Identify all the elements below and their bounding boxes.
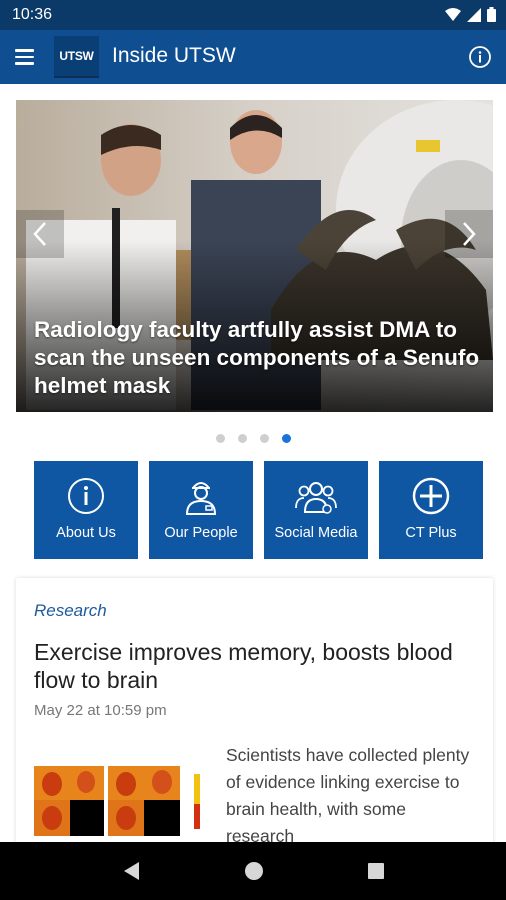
app-title: Inside UTSW <box>112 44 236 67</box>
carousel-dot[interactable] <box>215 434 225 443</box>
chevron-left-icon <box>33 222 46 246</box>
tile-label: Social Media <box>274 525 358 541</box>
back-icon[interactable] <box>121 860 141 882</box>
home-icon[interactable] <box>244 861 264 881</box>
status-icons <box>445 7 496 22</box>
recents-icon[interactable] <box>367 862 385 880</box>
social-media-tile[interactable]: Social Media <box>264 461 368 559</box>
previous-slide-button[interactable] <box>16 210 64 258</box>
utsw-logo: UTSW <box>54 36 99 78</box>
quick-links: About Us Our People Social Media CT Plus <box>34 461 483 559</box>
carousel-indicator <box>0 434 506 443</box>
status-time: 10:36 <box>12 6 53 23</box>
article-thumbnail <box>34 744 204 844</box>
hero-carousel[interactable]: Radiology faculty artfully assist DMA to… <box>16 100 493 412</box>
wifi-icon <box>445 7 461 21</box>
tile-label: About Us <box>56 525 116 541</box>
article-date: May 22 at 10:59 pm <box>34 702 167 719</box>
about-us-tile[interactable]: About Us <box>34 461 138 559</box>
article-snippet: Scientists have collected plenty of evid… <box>226 745 470 846</box>
battery-icon <box>487 7 496 22</box>
tile-label: CT Plus <box>405 525 457 541</box>
logo-text: UTSW <box>59 49 94 63</box>
menu-icon[interactable] <box>12 42 42 72</box>
carousel-dot[interactable] <box>259 434 269 443</box>
article-title[interactable]: Exercise improves memory, boosts blood f… <box>34 638 474 694</box>
info-icon[interactable] <box>468 45 492 69</box>
article-card[interactable]: Research Exercise improves memory, boost… <box>16 578 493 878</box>
tile-label: Our People <box>164 525 238 541</box>
signal-icon <box>467 7 481 22</box>
status-bar: 10:36 <box>0 0 506 30</box>
plus-circle-icon <box>412 477 450 515</box>
article-category[interactable]: Research <box>34 601 107 621</box>
carousel-dot[interactable] <box>237 434 247 443</box>
hero-caption[interactable]: Radiology faculty artfully assist DMA to… <box>34 316 484 400</box>
app-bar: UTSW Inside UTSW <box>0 30 506 84</box>
next-slide-button[interactable] <box>445 210 493 258</box>
carousel-dot-active[interactable] <box>281 434 291 443</box>
person-icon <box>185 482 217 515</box>
ct-plus-tile[interactable]: CT Plus <box>379 461 483 559</box>
chevron-right-icon <box>463 222 476 246</box>
our-people-tile[interactable]: Our People <box>149 461 253 559</box>
info-circle-icon <box>68 478 104 514</box>
system-nav-bar <box>0 842 506 900</box>
people-group-icon <box>295 482 337 514</box>
